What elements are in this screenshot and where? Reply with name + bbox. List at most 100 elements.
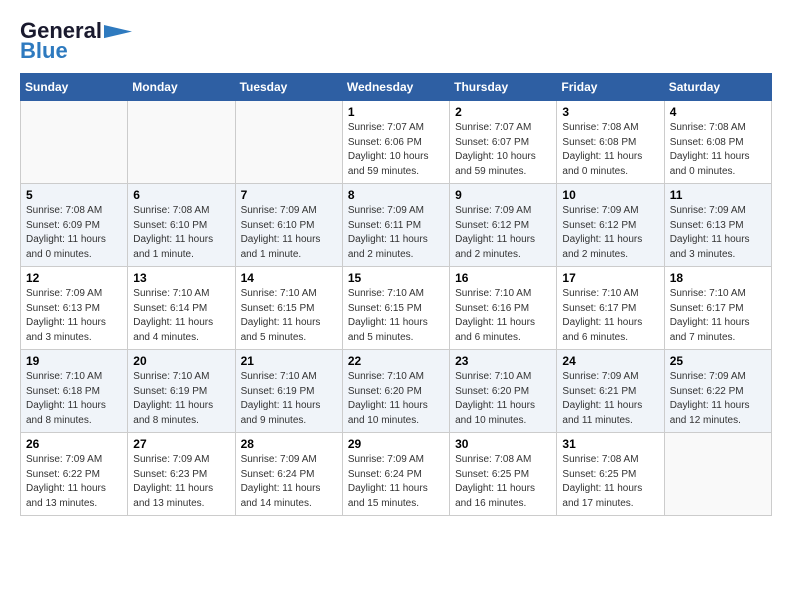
day-number: 28 (241, 437, 337, 451)
day-header-friday: Friday (557, 74, 664, 101)
day-info: Sunrise: 7:09 AM Sunset: 6:24 PM Dayligh… (348, 453, 444, 511)
week-row-1: 1 Sunrise: 7:07 AM Sunset: 6:06 PM Daylig… (21, 101, 772, 184)
logo-blue-text: Blue (20, 38, 68, 63)
day-info: Sunrise: 7:09 AM Sunset: 6:12 PM Dayligh… (562, 204, 658, 262)
calendar-cell: 19 Sunrise: 7:10 AM Sunset: 6:18 PM Dayli… (21, 350, 128, 433)
day-number: 5 (26, 188, 122, 202)
calendar-cell: 12 Sunrise: 7:09 AM Sunset: 6:13 PM Dayli… (21, 267, 128, 350)
calendar-cell: 31 Sunrise: 7:08 AM Sunset: 6:25 PM Dayli… (557, 433, 664, 516)
day-info: Sunrise: 7:10 AM Sunset: 6:19 PM Dayligh… (133, 370, 229, 428)
day-number: 15 (348, 271, 444, 285)
day-number: 27 (133, 437, 229, 451)
calendar-cell: 3Sunrise: 7:08 AM Sunset: 6:08 PM Daylig… (557, 101, 664, 184)
day-number: 20 (133, 354, 229, 368)
day-number: 1 (348, 105, 444, 119)
day-number: 19 (26, 354, 122, 368)
day-number: 3 (562, 105, 658, 119)
calendar-cell: 5 Sunrise: 7:08 AM Sunset: 6:09 PM Daylig… (21, 184, 128, 267)
day-header-thursday: Thursday (450, 74, 557, 101)
calendar-cell (21, 101, 128, 184)
logo-arrow-icon (104, 25, 132, 39)
logo: General Blue (20, 20, 132, 63)
day-number: 9 (455, 188, 551, 202)
calendar-cell: 30 Sunrise: 7:08 AM Sunset: 6:25 PM Dayli… (450, 433, 557, 516)
calendar-cell (664, 433, 771, 516)
calendar-cell: 9 Sunrise: 7:09 AM Sunset: 6:12 PM Daylig… (450, 184, 557, 267)
calendar-cell: 27Sunrise: 7:09 AM Sunset: 6:23 PM Dayli… (128, 433, 235, 516)
calendar-cell: 18Sunrise: 7:10 AM Sunset: 6:17 PM Dayli… (664, 267, 771, 350)
calendar-cell: 6 Sunrise: 7:08 AM Sunset: 6:10 PM Daylig… (128, 184, 235, 267)
calendar-cell: 13 Sunrise: 7:10 AM Sunset: 6:14 PM Dayli… (128, 267, 235, 350)
day-header-wednesday: Wednesday (342, 74, 449, 101)
day-info: Sunrise: 7:10 AM Sunset: 6:16 PM Dayligh… (455, 287, 551, 345)
day-number: 31 (562, 437, 658, 451)
day-number: 4 (670, 105, 766, 119)
day-info: Sunrise: 7:09 AM Sunset: 6:22 PM Dayligh… (670, 370, 766, 428)
day-info: Sunrise: 7:10 AM Sunset: 6:17 PM Dayligh… (670, 287, 766, 345)
calendar-cell: 4 Sunrise: 7:08 AM Sunset: 6:08 PM Daylig… (664, 101, 771, 184)
week-row-2: 5 Sunrise: 7:08 AM Sunset: 6:09 PM Daylig… (21, 184, 772, 267)
day-info: Sunrise: 7:09 AM Sunset: 6:13 PM Dayligh… (670, 204, 766, 262)
day-number: 7 (241, 188, 337, 202)
calendar-cell: 23 Sunrise: 7:10 AM Sunset: 6:20 PM Dayli… (450, 350, 557, 433)
calendar-cell: 15 Sunrise: 7:10 AM Sunset: 6:15 PM Dayli… (342, 267, 449, 350)
day-info: Sunrise: 7:08 AM Sunset: 6:10 PM Dayligh… (133, 204, 229, 262)
day-info: Sunrise: 7:08 AM Sunset: 6:08 PM Dayligh… (670, 121, 766, 179)
day-number: 22 (348, 354, 444, 368)
calendar-cell: 2Sunrise: 7:07 AM Sunset: 6:07 PM Daylig… (450, 101, 557, 184)
day-number: 16 (455, 271, 551, 285)
day-info: Sunrise: 7:09 AM Sunset: 6:10 PM Dayligh… (241, 204, 337, 262)
day-info: Sunrise: 7:09 AM Sunset: 6:22 PM Dayligh… (26, 453, 122, 511)
day-info: Sunrise: 7:08 AM Sunset: 6:09 PM Dayligh… (26, 204, 122, 262)
day-number: 11 (670, 188, 766, 202)
day-number: 13 (133, 271, 229, 285)
calendar-cell: 17Sunrise: 7:10 AM Sunset: 6:17 PM Dayli… (557, 267, 664, 350)
day-number: 29 (348, 437, 444, 451)
calendar-cell: 26 Sunrise: 7:09 AM Sunset: 6:22 PM Dayli… (21, 433, 128, 516)
day-number: 23 (455, 354, 551, 368)
day-info: Sunrise: 7:10 AM Sunset: 6:19 PM Dayligh… (241, 370, 337, 428)
day-number: 26 (26, 437, 122, 451)
calendar-cell: 20 Sunrise: 7:10 AM Sunset: 6:19 PM Dayli… (128, 350, 235, 433)
calendar-cell: 7 Sunrise: 7:09 AM Sunset: 6:10 PM Daylig… (235, 184, 342, 267)
day-header-sunday: Sunday (21, 74, 128, 101)
day-info: Sunrise: 7:08 AM Sunset: 6:25 PM Dayligh… (562, 453, 658, 511)
day-number: 12 (26, 271, 122, 285)
page-header: General Blue (20, 20, 772, 63)
calendar-cell: 11 Sunrise: 7:09 AM Sunset: 6:13 PM Dayli… (664, 184, 771, 267)
calendar-cell: 29 Sunrise: 7:09 AM Sunset: 6:24 PM Dayli… (342, 433, 449, 516)
day-number: 6 (133, 188, 229, 202)
day-info: Sunrise: 7:10 AM Sunset: 6:17 PM Dayligh… (562, 287, 658, 345)
day-header-tuesday: Tuesday (235, 74, 342, 101)
day-info: Sunrise: 7:10 AM Sunset: 6:18 PM Dayligh… (26, 370, 122, 428)
calendar-cell (128, 101, 235, 184)
day-number: 10 (562, 188, 658, 202)
day-info: Sunrise: 7:08 AM Sunset: 6:25 PM Dayligh… (455, 453, 551, 511)
day-info: Sunrise: 7:10 AM Sunset: 6:15 PM Dayligh… (348, 287, 444, 345)
day-number: 14 (241, 271, 337, 285)
day-info: Sunrise: 7:10 AM Sunset: 6:14 PM Dayligh… (133, 287, 229, 345)
calendar-cell: 22 Sunrise: 7:10 AM Sunset: 6:20 PM Dayli… (342, 350, 449, 433)
day-info: Sunrise: 7:09 AM Sunset: 6:13 PM Dayligh… (26, 287, 122, 345)
day-number: 24 (562, 354, 658, 368)
calendar-cell: 14 Sunrise: 7:10 AM Sunset: 6:15 PM Dayli… (235, 267, 342, 350)
day-info: Sunrise: 7:09 AM Sunset: 6:11 PM Dayligh… (348, 204, 444, 262)
calendar-cell: 25 Sunrise: 7:09 AM Sunset: 6:22 PM Dayli… (664, 350, 771, 433)
day-info: Sunrise: 7:10 AM Sunset: 6:20 PM Dayligh… (348, 370, 444, 428)
day-header-saturday: Saturday (664, 74, 771, 101)
day-info: Sunrise: 7:10 AM Sunset: 6:20 PM Dayligh… (455, 370, 551, 428)
calendar-cell: 16 Sunrise: 7:10 AM Sunset: 6:16 PM Dayli… (450, 267, 557, 350)
day-info: Sunrise: 7:09 AM Sunset: 6:24 PM Dayligh… (241, 453, 337, 511)
calendar-cell: 21 Sunrise: 7:10 AM Sunset: 6:19 PM Dayli… (235, 350, 342, 433)
day-header-monday: Monday (128, 74, 235, 101)
week-row-3: 12 Sunrise: 7:09 AM Sunset: 6:13 PM Dayli… (21, 267, 772, 350)
day-info: Sunrise: 7:10 AM Sunset: 6:15 PM Dayligh… (241, 287, 337, 345)
day-number: 21 (241, 354, 337, 368)
day-number: 25 (670, 354, 766, 368)
week-row-5: 26 Sunrise: 7:09 AM Sunset: 6:22 PM Dayli… (21, 433, 772, 516)
calendar-cell: 24Sunrise: 7:09 AM Sunset: 6:21 PM Dayli… (557, 350, 664, 433)
day-number: 30 (455, 437, 551, 451)
day-info: Sunrise: 7:07 AM Sunset: 6:06 PM Dayligh… (348, 121, 444, 179)
day-info: Sunrise: 7:09 AM Sunset: 6:12 PM Dayligh… (455, 204, 551, 262)
calendar-cell: 8Sunrise: 7:09 AM Sunset: 6:11 PM Daylig… (342, 184, 449, 267)
